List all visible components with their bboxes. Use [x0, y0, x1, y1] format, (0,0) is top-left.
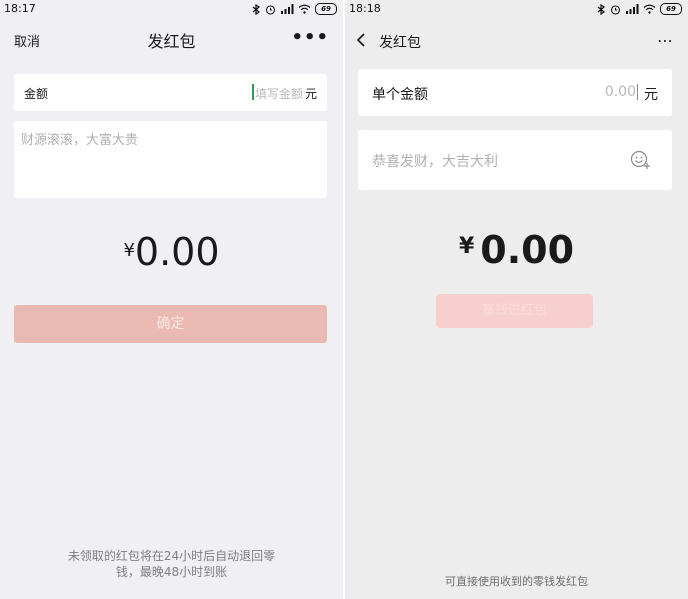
- alarm-icon: [610, 4, 621, 15]
- amount-unit: 元: [644, 87, 658, 103]
- currency-symbol: ¥: [123, 240, 135, 261]
- more-menu-button[interactable]: •••: [291, 27, 329, 48]
- wifi-icon: [298, 4, 311, 14]
- greeting-placeholder: 恭喜发财，大吉大利: [372, 154, 498, 170]
- refund-notice: 未领取的红包将在24小时后自动退回零 钱，最晚48小时到账: [50, 548, 293, 580]
- nav-bar: 取消 发红包 •••: [0, 19, 343, 59]
- right-screen: 18:18 69 发红包 ⋯ 单个金额 0.00 元 恭喜发财，大吉大利 ¥ 0…: [345, 0, 688, 599]
- emoji-add-icon[interactable]: [630, 149, 652, 171]
- put-money-button[interactable]: 塞钱进红包: [436, 294, 593, 328]
- battery-icon: 69: [315, 3, 337, 15]
- status-icons: 69: [251, 2, 337, 16]
- status-bar: 18:18 69: [345, 0, 688, 18]
- chevron-left-icon[interactable]: [355, 32, 367, 52]
- confirm-button[interactable]: 确定: [14, 305, 327, 343]
- wifi-icon: [643, 4, 656, 14]
- status-bar: 18:17 69: [0, 0, 343, 18]
- alarm-icon: [265, 4, 276, 15]
- amount-field[interactable]: 金额 填写金额 元: [14, 74, 327, 111]
- left-screen: 18:17 69 取消 发红包 ••• 金额 填写金额 元 财源滚滚，大富大贵 …: [0, 0, 343, 599]
- currency-symbol: ¥: [458, 234, 475, 259]
- more-menu-button[interactable]: ⋯: [657, 31, 674, 50]
- signal-icon: [626, 4, 639, 14]
- status-time: 18:18: [349, 2, 381, 15]
- nav-bar: 发红包 ⋯: [345, 21, 688, 61]
- text-cursor: [637, 84, 638, 100]
- single-amount-input[interactable]: 0.00: [605, 84, 636, 100]
- greeting-message-field[interactable]: 财源滚滚，大富大贵: [14, 121, 327, 198]
- bluetooth-icon: [597, 3, 606, 15]
- signal-icon: [281, 4, 294, 14]
- total-amount-display: ¥0.00: [0, 230, 343, 274]
- greeting-placeholder: 财源滚滚，大富大贵: [21, 133, 139, 148]
- amount-unit: 元: [304, 87, 317, 101]
- greeting-message-field[interactable]: 恭喜发财，大吉大利: [358, 130, 672, 190]
- single-amount-label: 单个金额: [372, 87, 428, 103]
- status-time: 18:17: [4, 2, 36, 15]
- refund-notice-line2: 钱，最晚48小时到账: [115, 565, 228, 579]
- battery-icon: 69: [660, 3, 682, 15]
- status-icons: 69: [596, 2, 682, 16]
- single-amount-field[interactable]: 单个金额 0.00 元: [358, 69, 672, 116]
- amount-label: 金额: [24, 87, 49, 101]
- total-amount-display: ¥0.00: [345, 228, 688, 272]
- change-notice: 可直接使用收到的零钱发红包: [445, 575, 588, 588]
- amount-input[interactable]: 填写金额: [255, 85, 303, 102]
- total-amount-value: 0.00: [134, 230, 220, 274]
- page-title: 发红包: [379, 35, 421, 51]
- text-cursor: [252, 84, 254, 100]
- total-amount-value: 0.00: [480, 228, 575, 272]
- refund-notice-line1: 未领取的红包将在24小时后自动退回零: [67, 549, 276, 563]
- bluetooth-icon: [252, 3, 261, 15]
